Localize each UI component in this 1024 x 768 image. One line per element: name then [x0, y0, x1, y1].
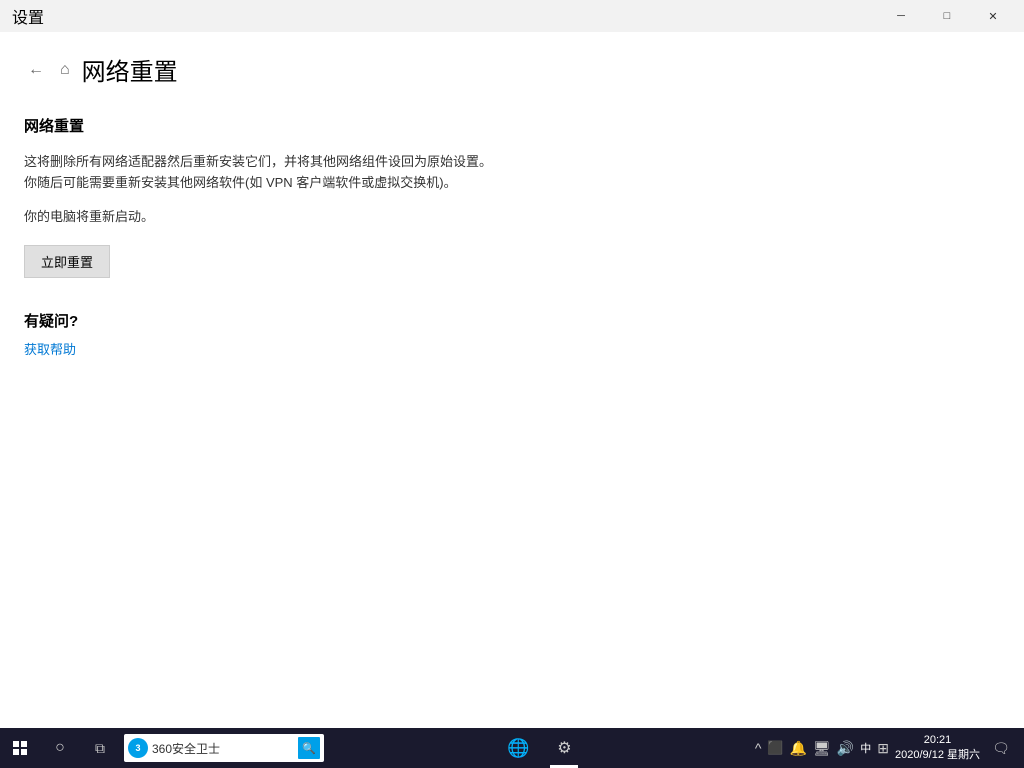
search-circle-icon: ○ — [55, 739, 65, 757]
help-link[interactable]: 获取帮助 — [24, 342, 76, 357]
section-title: 网络重置 — [24, 115, 1000, 136]
current-time: 20:21 — [895, 733, 980, 748]
windows-icon — [13, 741, 27, 755]
section-description: 这将删除所有网络适配器然后重新安装它们，并将其他网络组件设回为原始设置。你随后可… — [24, 152, 504, 194]
home-icon[interactable]: ⌂ — [60, 61, 70, 79]
main-content: ← ⌂ 网络重置 网络重置 这将删除所有网络适配器然后重新安装它们，并将其他网络… — [0, 32, 1024, 728]
search-bar-text: 360安全卫士 — [152, 740, 298, 757]
taskbar-app-network[interactable]: 🌐 — [496, 728, 540, 768]
title-bar-title: 设置 — [12, 4, 44, 28]
search-icon: 🔍 — [302, 742, 316, 755]
window-controls: ─ □ ✕ — [878, 0, 1016, 32]
taskbar: ○ ⧉ 3 360安全卫士 🔍 🌐 ⚙ ^ — [0, 728, 1024, 768]
start-button[interactable] — [0, 728, 40, 768]
notification-center-button[interactable]: 🗨 — [986, 728, 1016, 768]
search-submit-button[interactable]: 🔍 — [298, 737, 320, 759]
title-bar: 设置 ─ □ ✕ — [0, 0, 1024, 32]
globe-icon: 🌐 — [507, 738, 529, 759]
faq-title: 有疑问? — [24, 310, 1000, 331]
tray-ime-text[interactable]: 中 — [860, 740, 871, 756]
taskbar-middle: 🌐 ⚙ — [496, 728, 586, 768]
reset-now-button[interactable]: 立即重置 — [24, 245, 110, 278]
360-search-bar[interactable]: 3 360安全卫士 🔍 — [124, 734, 324, 762]
restart-note: 你的电脑将重新启动。 — [24, 206, 1000, 225]
search-button[interactable]: ○ — [40, 728, 80, 768]
minimize-button[interactable]: ─ — [878, 0, 924, 32]
task-view-icon: ⧉ — [95, 740, 105, 757]
taskbar-app-settings[interactable]: ⚙ — [542, 728, 586, 768]
taskbar-right: ^ ⬛ 🔔 🖥 🔊 中 ⊞ 20:21 2020/9/12 星期六 🗨 — [755, 728, 1024, 768]
tray-network-icon[interactable]: 🖥 — [813, 740, 831, 757]
tray-volume-icon[interactable]: 🔊 — [837, 740, 854, 757]
notification-icon: 🗨 — [992, 740, 1010, 757]
page-header: ← ⌂ 网络重置 — [24, 52, 1000, 87]
system-tray: ^ ⬛ 🔔 🖥 🔊 中 ⊞ — [755, 740, 889, 757]
page-title: 网络重置 — [82, 52, 178, 87]
360-icon: 3 — [128, 738, 148, 758]
tray-notification-icon[interactable]: 🔔 — [790, 740, 807, 757]
settings-icon: ⚙ — [557, 738, 571, 758]
datetime-display[interactable]: 20:21 2020/9/12 星期六 — [889, 733, 986, 764]
close-button[interactable]: ✕ — [970, 0, 1016, 32]
current-date: 2020/9/12 星期六 — [895, 748, 980, 763]
maximize-button[interactable]: □ — [924, 0, 970, 32]
task-view-button[interactable]: ⧉ — [80, 728, 120, 768]
taskbar-left: ○ ⧉ 3 360安全卫士 🔍 — [0, 728, 328, 768]
tray-chevron-icon[interactable]: ^ — [755, 740, 762, 756]
tray-input-icon[interactable]: ⊞ — [877, 740, 889, 757]
tray-antivirus-icon[interactable]: ⬛ — [767, 740, 783, 756]
back-button[interactable]: ← — [24, 57, 48, 83]
